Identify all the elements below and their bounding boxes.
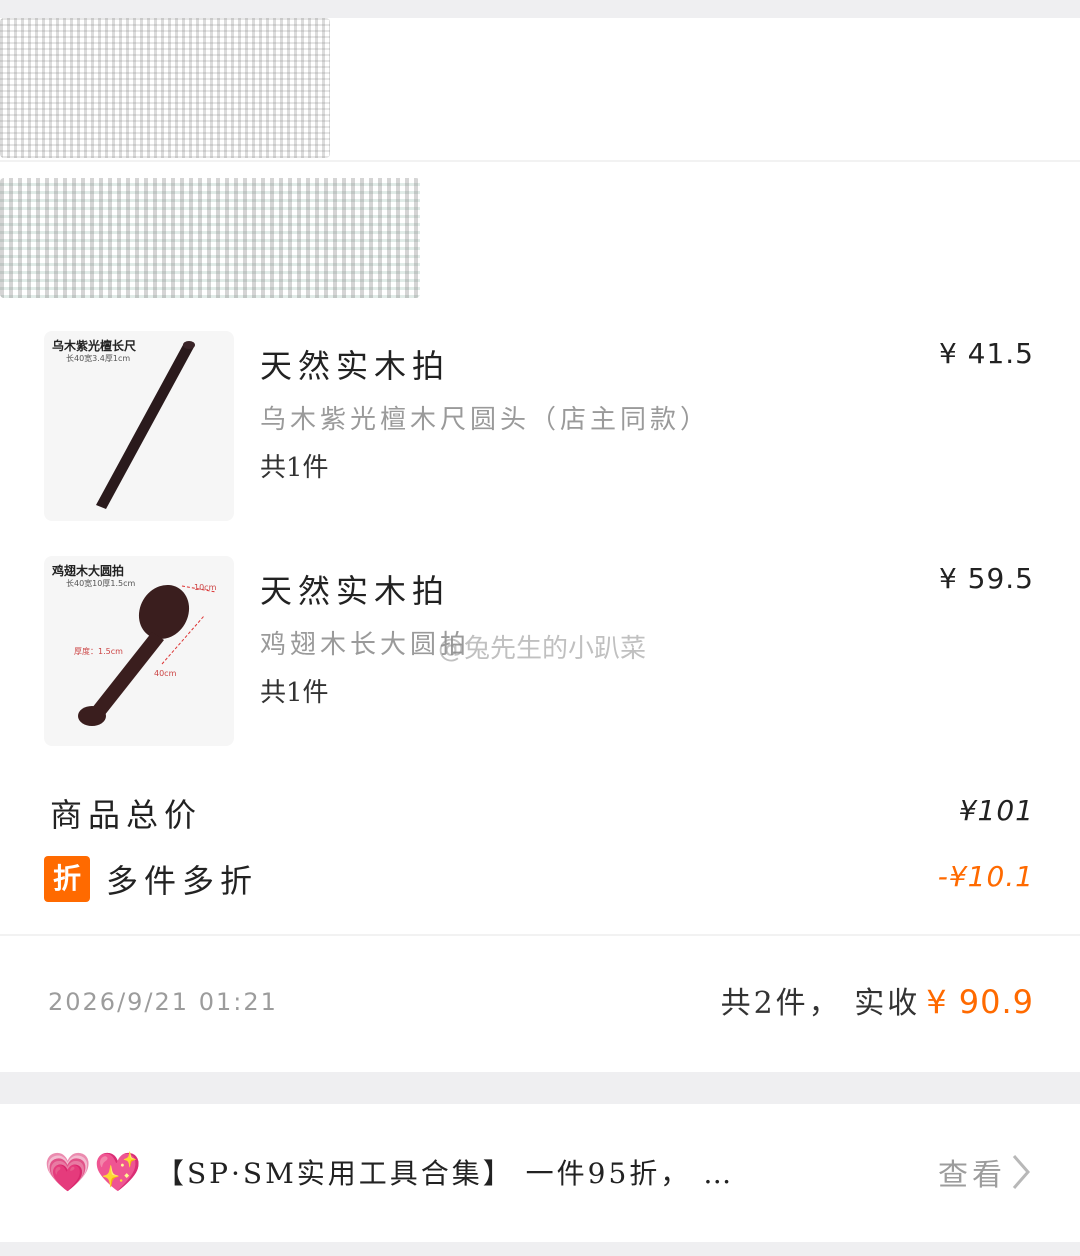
product-thumbnail[interactable]: 鸡翅木大圆拍 长40宽10厚1.5cm 10cm 厚度：1.5cm 40cm [44, 556, 234, 746]
redacted-buyer-info [0, 178, 420, 298]
order-summary-label: 共2件， 实收 [720, 986, 921, 1021]
discount-badge-icon: 折 [44, 856, 90, 902]
product-thumbnail[interactable]: 乌木紫光檀长尺 长40宽3.4厚1cm [44, 331, 234, 521]
thumbnail-dimension-label: 厚度：1.5cm [74, 646, 123, 656]
thumbnail-subtitle: 长40宽3.4厚1cm [66, 354, 131, 363]
discount-label: 多件多折 [106, 862, 259, 900]
order-card: 乌木紫光檀长尺 长40宽3.4厚1cm 天然实木拍 乌木紫光檀木尺圆头（店主同款… [0, 18, 1080, 1072]
chevron-right-icon[interactable] [1008, 1152, 1032, 1192]
discount-value: -¥10.1 [937, 860, 1034, 893]
product-spec: 乌木紫光檀木尺圆头（店主同款） [260, 405, 711, 435]
pink-heart-icon: 💗 [44, 1150, 92, 1194]
order-summary: 共2件， 实收 ¥ 90.9 [721, 978, 1034, 1022]
total-price-label: 商品总价 [50, 796, 203, 834]
thumbnail-dimension-label: 10cm [194, 583, 217, 592]
divider [0, 934, 1080, 936]
product-quantity: 共1件 [260, 453, 329, 483]
product-price: ¥ 41.5 [938, 337, 1034, 370]
product-name: 天然实木拍 [260, 572, 451, 610]
product-name: 天然实木拍 [260, 347, 451, 385]
thumbnail-subtitle: 长40宽10厚1.5cm [66, 579, 136, 588]
thumbnail-dimension-label: 40cm [154, 669, 177, 678]
received-amount: ¥ 90.9 [926, 983, 1034, 1021]
view-link[interactable]: 查看 [938, 1150, 1006, 1194]
order-item[interactable]: 乌木紫光檀长尺 长40宽3.4厚1cm 天然实木拍 乌木紫光檀木尺圆头（店主同款… [44, 331, 1034, 521]
total-price-row: 商品总价 ¥101 [44, 786, 1034, 836]
total-price-value: ¥101 [958, 794, 1034, 827]
divider [0, 160, 1080, 162]
order-time: 2026/9/21 01:21 [48, 988, 278, 1016]
order-footer: 2026/9/21 01:21 共2件， 实收 ¥ 90.9 [44, 978, 1034, 1038]
sparkling-heart-icon: 💖 [94, 1150, 142, 1194]
promo-card[interactable]: 💗 💖 【SP·SM实用工具合集】 一件95折， … 查看 [0, 1104, 1080, 1242]
promo-text: 【SP·SM实用工具合集】 一件95折， … [156, 1157, 735, 1190]
thumbnail-title: 鸡翅木大圆拍 [52, 564, 125, 578]
discount-row: 折 多件多折 -¥10.1 [44, 852, 1034, 902]
watermark: @兔先生的小趴菜 [438, 634, 647, 664]
promo-row[interactable]: 💗 💖 【SP·SM实用工具合集】 一件95折， … 查看 [44, 1148, 1034, 1198]
thumbnail-title: 乌木紫光檀长尺 [52, 339, 137, 353]
product-quantity: 共1件 [260, 678, 329, 708]
product-price: ¥ 59.5 [938, 562, 1034, 595]
redacted-shop-header [0, 18, 330, 158]
